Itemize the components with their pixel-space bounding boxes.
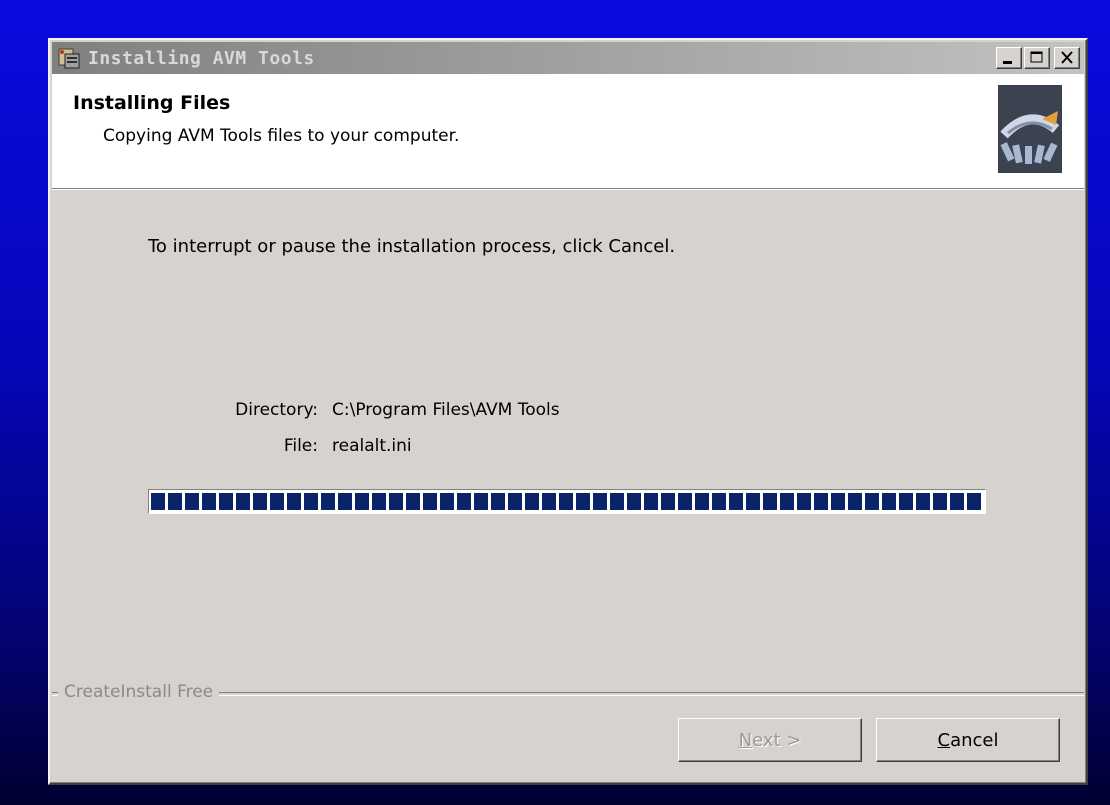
progress-bar [148,489,986,514]
page-subtitle: Copying AVM Tools files to your computer… [103,126,460,146]
minimize-button[interactable] [996,47,1022,69]
page-title: Installing Files [73,92,231,114]
header-separator [52,189,1084,190]
close-button[interactable] [1054,47,1080,69]
install-graphic-icon [998,85,1062,173]
instruction-text: To interrupt or pause the installation p… [148,236,676,257]
directory-value: C:\Program Files\AVM Tools [332,400,560,420]
title-bar[interactable]: Installing AVM Tools [52,42,1084,74]
installer-window: Installing AVM Tools Installing Files Co… [48,38,1088,785]
directory-label: Directory: [235,400,318,420]
cancel-button-mnemonic: C [937,729,951,751]
progress-fill [151,493,983,510]
window-title: Installing AVM Tools [88,47,315,69]
next-button-mnemonic: N [738,729,753,751]
title-buttons [996,47,1080,69]
cancel-button[interactable]: Cancel [876,718,1060,762]
file-value: realalt.ini [332,436,412,456]
next-button-label: ext > [752,729,802,751]
cancel-button-label: ancel [950,729,999,751]
minimize-icon [1003,61,1012,64]
maximize-icon [1030,51,1043,63]
next-button[interactable]: Next > [678,718,862,762]
maximize-button[interactable] [1024,47,1050,69]
brand-label: CreateInstall Free [58,682,220,702]
file-label: File: [283,436,318,456]
header-panel: Installing Files Copying AVM Tools files… [52,74,1084,189]
close-icon [1061,51,1073,64]
installer-icon[interactable] [56,45,82,71]
